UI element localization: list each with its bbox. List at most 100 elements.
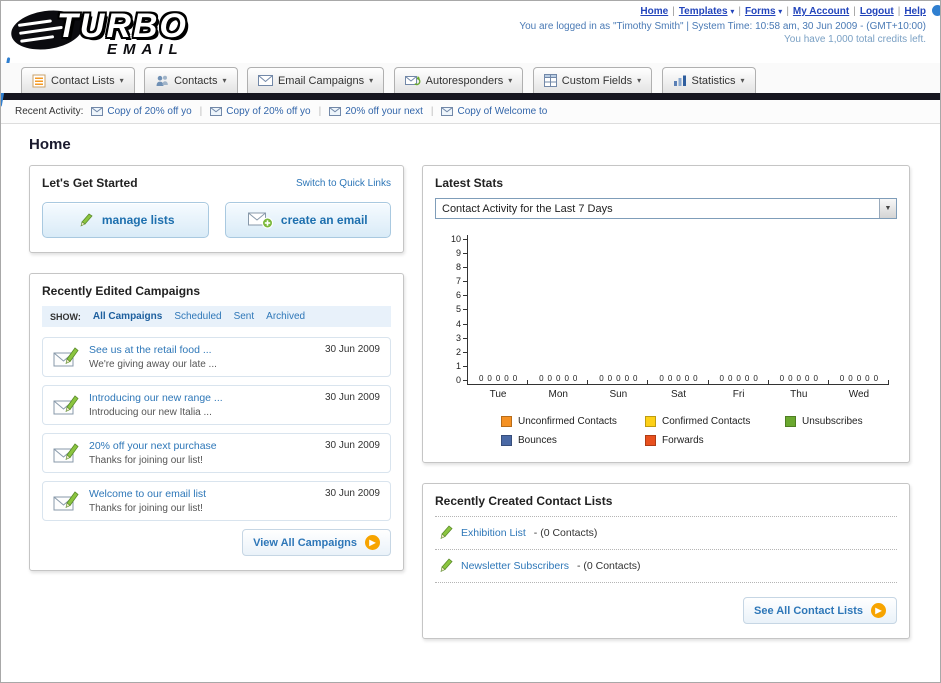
- autoresponders-icon: [404, 74, 421, 87]
- tab-custom-fields[interactable]: Custom Fields ▾: [532, 67, 653, 93]
- chart-y-axis: 10 9 8 7 6 5 4 3 2 1 0: [441, 235, 467, 385]
- data-value-labels: 00000: [779, 374, 818, 383]
- recent-activity-link[interactable]: Copy of 20% off yo: [107, 106, 191, 117]
- nav-link-help[interactable]: Help: [904, 6, 926, 17]
- filter-sent[interactable]: Sent: [234, 311, 255, 322]
- tab-statistics[interactable]: Statistics ▾: [661, 67, 756, 93]
- legend-item: Forwards: [645, 435, 773, 446]
- campaign-list: See us at the retail food ... We're givi…: [42, 337, 391, 521]
- nav-link-my-account[interactable]: My Account: [793, 6, 849, 17]
- pencil-icon: [437, 525, 453, 541]
- y-tick-label: 5: [456, 305, 467, 314]
- nav-link-logout[interactable]: Logout: [860, 6, 894, 17]
- nav-link-home[interactable]: Home: [640, 6, 668, 17]
- switch-quick-links-link[interactable]: Switch to Quick Links: [296, 178, 391, 189]
- stats-period-select[interactable]: Contact Activity for the Last 7 Days ▼: [435, 198, 897, 219]
- x-tick-label: Tue: [489, 389, 507, 400]
- header: TURBO EMAIL Home | Templates ▾ | Forms ▾ | My …: [1, 1, 940, 107]
- legend-swatch: [645, 435, 656, 446]
- contact-list-items: Exhibition List - (0 Contacts) Newslette…: [435, 516, 897, 583]
- campaign-title-link[interactable]: Welcome to our email list: [89, 488, 315, 500]
- filter-archived[interactable]: Archived: [266, 311, 305, 322]
- campaign-row: Welcome to our email list Thanks for joi…: [42, 481, 391, 521]
- filter-all-campaigns[interactable]: All Campaigns: [93, 311, 162, 322]
- tab-email-campaigns[interactable]: Email Campaigns ▾: [246, 67, 385, 93]
- contact-lists-icon: [32, 74, 46, 88]
- campaign-date: 30 Jun 2009: [324, 344, 380, 355]
- campaign-subtitle: Introducing our new Italia ...: [89, 407, 212, 418]
- legend-label: Confirmed Contacts: [662, 416, 751, 427]
- x-tick-label: Sun: [609, 389, 628, 400]
- see-all-contact-lists-button[interactable]: See All Contact Lists: [742, 597, 897, 624]
- data-value-labels: 00000: [599, 374, 638, 383]
- campaign-title-link[interactable]: 20% off your next purchase: [89, 440, 315, 452]
- chevron-down-icon: ▾: [778, 7, 783, 16]
- logo-text-email: EMAIL: [107, 41, 184, 58]
- activity-separator: |: [318, 106, 322, 117]
- data-value-labels: 00000: [539, 374, 578, 383]
- campaign-title-link[interactable]: See us at the retail food ...: [89, 344, 315, 356]
- create-email-button[interactable]: create an email: [224, 202, 391, 238]
- recent-activity-link[interactable]: Copy of 20% off yo: [226, 106, 310, 117]
- y-tick-label: 9: [456, 249, 467, 258]
- app-window: TURBO EMAIL Home | Templates ▾ | Forms ▾ | My …: [0, 0, 941, 683]
- y-tick-label: 1: [456, 361, 467, 371]
- left-column: Let's Get Started Switch to Quick Links …: [29, 165, 404, 571]
- tab-contact-lists[interactable]: Contact Lists ▾: [21, 67, 135, 93]
- statistics-icon: [673, 74, 687, 87]
- y-tick-label: 6: [456, 291, 467, 300]
- chart-legend: Unconfirmed Contacts Confirmed Contacts Un…: [501, 416, 889, 446]
- campaign-subtitle: Thanks for joining our list!: [89, 503, 203, 514]
- recent-activity-item: 20% off your next: [329, 106, 423, 117]
- recent-activity-link[interactable]: 20% off your next: [345, 106, 423, 117]
- decoration-dot: [932, 5, 940, 16]
- top-nav: Home | Templates ▾ | Forms ▾ | My Account | Logo…: [519, 6, 926, 17]
- chevron-down-icon: ▾: [222, 76, 227, 85]
- campaign-subtitle: We're giving away our late ...: [89, 359, 217, 370]
- nav-link-templates[interactable]: Templates: [679, 6, 728, 17]
- contact-list-link[interactable]: Newsletter Subscribers: [461, 560, 569, 572]
- chart-column: 00000: [829, 374, 890, 384]
- chevron-down-icon: ▾: [508, 76, 513, 85]
- nav-separator: |: [897, 6, 901, 17]
- envelope-pencil-icon: [53, 490, 79, 512]
- legend-swatch: [501, 435, 512, 446]
- credits-info: You have 1,000 total credits left.: [784, 34, 926, 45]
- nav-link-forms[interactable]: Forms: [745, 6, 776, 17]
- latest-stats-title: Latest Stats: [435, 176, 504, 190]
- view-all-campaigns-button[interactable]: View All Campaigns: [242, 529, 391, 556]
- chart-column: 00000: [468, 374, 529, 384]
- create-email-label: create an email: [280, 213, 368, 227]
- chevron-down-icon: ▾: [740, 76, 745, 85]
- manage-lists-button[interactable]: manage lists: [42, 202, 209, 238]
- x-tick-label: Fri: [732, 389, 745, 400]
- tab-contacts[interactable]: Contacts ▾: [144, 67, 238, 93]
- envelope-icon: [210, 107, 223, 116]
- chart-column: 00000: [769, 374, 829, 384]
- campaign-title-link[interactable]: Introducing our new range ...: [89, 392, 315, 404]
- tab-label: Email Campaigns: [277, 74, 365, 87]
- login-info: You are logged in as "Timothy Smith" | S…: [519, 21, 926, 32]
- chart-plot: 00000 00000 00000 00000 00000 00000 00000: [467, 235, 890, 385]
- contact-list-link[interactable]: Exhibition List: [461, 527, 526, 539]
- contact-list-row: Newsletter Subscribers - (0 Contacts): [435, 549, 897, 583]
- contact-list-row: Exhibition List - (0 Contacts): [435, 516, 897, 549]
- right-column: Latest Stats Contact Activity for the La…: [422, 165, 910, 639]
- manage-lists-label: manage lists: [101, 213, 175, 227]
- recent-activity-link[interactable]: Copy of Welcome to: [457, 106, 547, 117]
- data-value-labels: 00000: [839, 374, 879, 383]
- legend-item: Unsubscribes: [785, 416, 889, 427]
- x-tick-label: Mon: [548, 389, 568, 400]
- campaign-subtitle: Thanks for joining our list!: [89, 455, 203, 466]
- legend-label: Unconfirmed Contacts: [518, 416, 617, 427]
- chevron-down-icon: ▾: [119, 76, 124, 85]
- nav-separator: |: [738, 6, 741, 17]
- legend-item: Bounces: [501, 435, 633, 446]
- recent-contact-lists-panel: Recently Created Contact Lists Exhibitio…: [422, 483, 910, 639]
- y-tick-label: 3: [456, 333, 467, 343]
- filter-scheduled[interactable]: Scheduled: [174, 311, 221, 322]
- contacts-icon: [155, 74, 169, 87]
- contact-list-count: - (0 Contacts): [576, 560, 641, 572]
- nav-separator: |: [853, 6, 856, 17]
- tab-autoresponders[interactable]: Autoresponders ▾: [393, 67, 524, 93]
